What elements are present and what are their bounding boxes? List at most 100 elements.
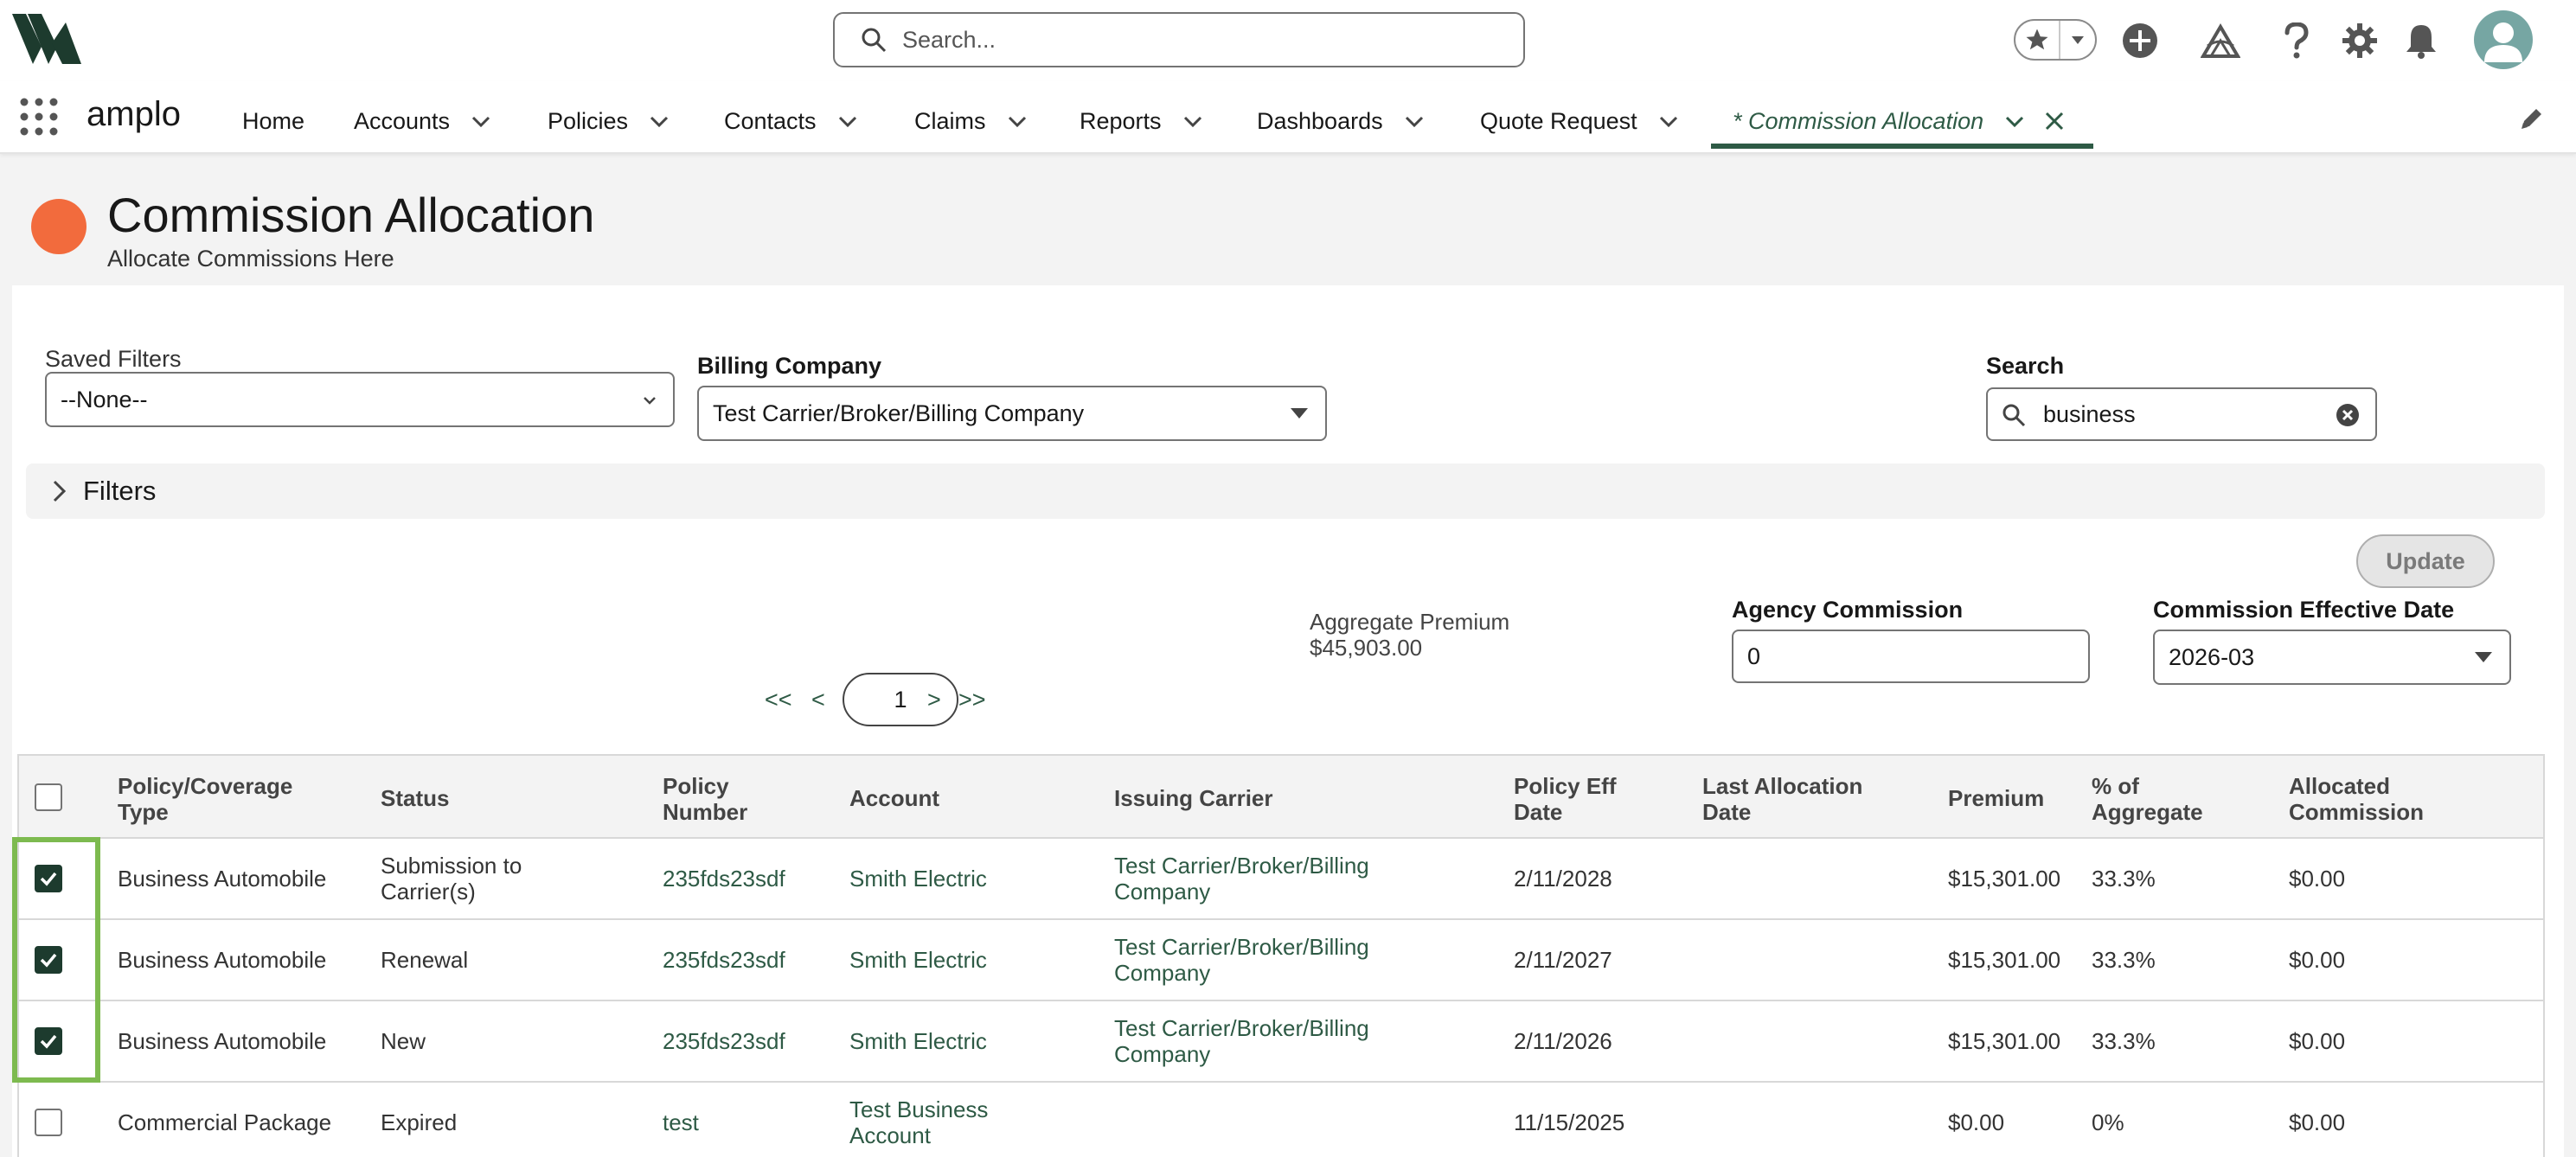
nav-item-label: Dashboards xyxy=(1257,107,1383,134)
nav-item-quote-request[interactable]: Quote Request xyxy=(1480,104,1679,138)
carrier-link[interactable]: Test Carrier/Broker/Billing Company xyxy=(1114,1015,1408,1067)
nav-item-label: Reports xyxy=(1080,107,1162,134)
policy-number-link[interactable]: 235fds23sdf xyxy=(663,866,785,892)
setup-button[interactable] xyxy=(2338,19,2381,62)
cell-pct-aggregate: 33.3% xyxy=(2092,866,2156,892)
page-icon xyxy=(31,199,87,254)
chevron-down-icon[interactable] xyxy=(1404,111,1425,131)
nav-item-contacts[interactable]: Contacts xyxy=(724,104,858,138)
close-tab-icon[interactable] xyxy=(2044,111,2065,131)
chevron-down-icon[interactable] xyxy=(2004,111,2025,131)
column-header-premium[interactable]: Premium xyxy=(1948,785,2044,811)
star-icon xyxy=(2026,29,2048,50)
chevron-down-icon[interactable] xyxy=(649,111,670,131)
cell-status: Expired xyxy=(381,1109,458,1135)
chevron-down-icon[interactable] xyxy=(837,111,858,131)
cell-pct-aggregate: 33.3% xyxy=(2092,947,2156,973)
nav-item-commission-allocation[interactable]: * Commission Allocation xyxy=(1733,104,2065,138)
favorites-list-button[interactable] xyxy=(2060,21,2095,59)
account-link[interactable]: Test Business Account xyxy=(849,1096,1022,1148)
trailhead-button[interactable] xyxy=(2199,19,2242,62)
carrier-link[interactable]: Test Carrier/Broker/Billing Company xyxy=(1114,934,1408,986)
row-checkbox[interactable] xyxy=(35,865,62,892)
nav-item-dashboards[interactable]: Dashboards xyxy=(1257,104,1425,138)
cell-type: Business Automobile xyxy=(118,1028,327,1054)
cell-status: Submission to Carrier(s) xyxy=(381,853,522,905)
allocation-table: Policy/Coverage Type Status Policy Numbe… xyxy=(17,754,2545,1157)
pager-first-button[interactable]: << xyxy=(765,673,792,726)
nav-item-label: Home xyxy=(242,107,305,134)
policy-number-link[interactable]: 235fds23sdf xyxy=(663,947,785,973)
account-link[interactable]: Smith Electric xyxy=(849,866,987,892)
column-header-allocated-commission[interactable]: Allocated Commission xyxy=(2289,773,2445,825)
nav-item-claims[interactable]: Claims xyxy=(914,104,1028,138)
pager-last-button[interactable]: >> xyxy=(958,673,986,726)
row-checkbox[interactable] xyxy=(35,946,62,974)
column-header-account[interactable]: Account xyxy=(849,785,939,811)
global-search-box[interactable] xyxy=(833,12,1525,67)
billing-company-value: Test Carrier/Broker/Billing Company xyxy=(713,400,1085,426)
search-label: Search xyxy=(1986,353,2065,379)
clear-search-icon[interactable] xyxy=(2336,403,2360,427)
user-avatar[interactable] xyxy=(2474,10,2533,69)
chevron-down-icon[interactable] xyxy=(471,111,491,131)
pager-next-button[interactable]: > xyxy=(927,673,941,726)
cell-allocated-commission: $0.00 xyxy=(2289,1109,2346,1135)
update-button[interactable]: Update xyxy=(2356,534,2495,588)
pager-current-page[interactable]: 1 xyxy=(843,673,958,726)
column-header-policy-number[interactable]: Policy Number xyxy=(663,773,766,825)
help-button[interactable] xyxy=(2275,19,2318,62)
column-header-status[interactable]: Status xyxy=(381,785,449,811)
account-link[interactable]: Smith Electric xyxy=(849,947,987,973)
saved-filters-select[interactable]: --None-- xyxy=(45,372,675,427)
row-checkbox[interactable] xyxy=(35,1109,62,1136)
favorites-button[interactable] xyxy=(2015,21,2060,59)
app-launcher-icon[interactable] xyxy=(19,97,59,137)
policy-number-link[interactable]: 235fds23sdf xyxy=(663,1028,785,1054)
chevron-down-icon xyxy=(2475,652,2492,662)
agency-commission-input[interactable] xyxy=(1732,630,2090,683)
nav-item-label: Claims xyxy=(914,107,986,134)
notification-bell-icon xyxy=(2406,25,2436,59)
policy-number-link[interactable]: test xyxy=(663,1109,699,1135)
nav-item-accounts[interactable]: Accounts xyxy=(354,104,491,138)
carrier-link[interactable]: Test Carrier/Broker/Billing Company xyxy=(1114,853,1408,905)
records-search-box[interactable]: business xyxy=(1986,387,2377,441)
global-search-input[interactable] xyxy=(902,26,1421,54)
cell-premium: $15,301.00 xyxy=(1948,1028,2061,1054)
checkmark-icon xyxy=(40,953,57,968)
cell-allocated-commission: $0.00 xyxy=(2289,1028,2346,1054)
table-header-row: Policy/Coverage Type Status Policy Numbe… xyxy=(19,756,2543,839)
nav-item-home[interactable]: Home xyxy=(242,104,304,138)
global-header xyxy=(0,0,2576,81)
global-add-button[interactable] xyxy=(2118,19,2162,62)
column-header-carrier[interactable]: Issuing Carrier xyxy=(1114,785,1273,811)
table-row: Business Automobile Renewal 235fds23sdf … xyxy=(19,920,2543,1001)
filters-accordion[interactable]: Filters xyxy=(26,463,2545,519)
chevron-down-icon[interactable] xyxy=(1658,111,1679,131)
column-header-type[interactable]: Policy/Coverage Type xyxy=(118,773,325,825)
notifications-button[interactable] xyxy=(2400,19,2443,62)
pager-prev-button[interactable]: < xyxy=(811,673,825,726)
nav-item-label: Contacts xyxy=(724,107,817,134)
edit-nav-pencil-icon[interactable] xyxy=(2519,105,2545,131)
nav-item-label: * Commission Allocation xyxy=(1733,107,1984,134)
row-checkbox[interactable] xyxy=(35,1027,62,1055)
commission-effective-date-select[interactable]: 2026-03 xyxy=(2153,630,2511,685)
cell-pct-aggregate: 33.3% xyxy=(2092,1028,2156,1054)
column-header-last-allocation[interactable]: Last Allocation Date xyxy=(1702,773,1893,825)
search-input-value[interactable]: business xyxy=(2043,401,2136,428)
chevron-down-icon[interactable] xyxy=(1182,111,1203,131)
cell-eff-date: 2/11/2028 xyxy=(1514,866,1612,892)
aggregate-premium-value: $45,903.00 xyxy=(1310,635,1423,661)
column-header-pct-aggregate[interactable]: % of Aggregate xyxy=(2092,773,2230,825)
user-icon xyxy=(2484,22,2522,62)
billing-company-select[interactable]: Test Carrier/Broker/Billing Company xyxy=(697,386,1327,441)
nav-item-reports[interactable]: Reports xyxy=(1080,104,1203,138)
chevron-down-icon[interactable] xyxy=(1007,111,1028,131)
account-link[interactable]: Smith Electric xyxy=(849,1028,987,1054)
nav-item-policies[interactable]: Policies xyxy=(548,104,670,138)
column-header-eff-date[interactable]: Policy Eff Date xyxy=(1514,773,1644,825)
company-logo[interactable] xyxy=(12,14,81,64)
select-all-checkbox[interactable] xyxy=(35,783,62,811)
